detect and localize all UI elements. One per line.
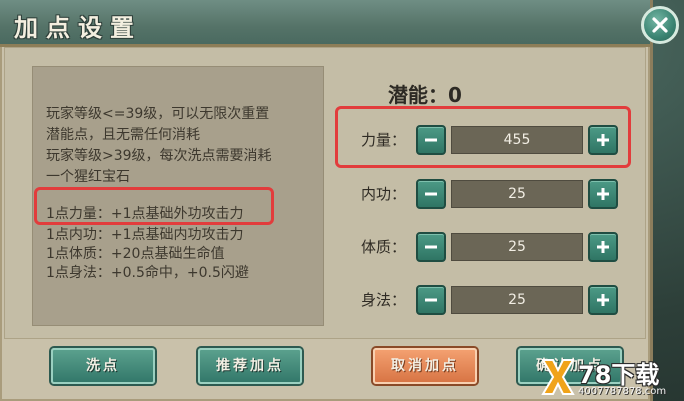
constitution-plus-button[interactable] bbox=[588, 232, 618, 262]
potential-value: 0 bbox=[448, 83, 462, 107]
watermark-text: 78下载 bbox=[578, 361, 660, 389]
plus-icon bbox=[597, 134, 609, 146]
stat-label-constitution: 体质： bbox=[360, 238, 406, 256]
stat-label-inner-power: 内功： bbox=[360, 185, 406, 203]
close-x-icon bbox=[652, 17, 668, 33]
strength-minus-button[interactable] bbox=[416, 125, 446, 155]
stat-label-strength: 力量： bbox=[360, 131, 406, 149]
potential-label: 潜能： bbox=[388, 83, 448, 107]
constitution-value-field[interactable]: 25 bbox=[451, 233, 583, 261]
close-button[interactable] bbox=[641, 6, 679, 44]
constitution-minus-button[interactable] bbox=[416, 232, 446, 262]
minus-icon bbox=[425, 298, 437, 302]
inner-power-value-field[interactable]: 25 bbox=[451, 180, 583, 208]
dialog-title: 加点设置 bbox=[14, 13, 142, 42]
dialog-title-bar: 加点设置 bbox=[0, 0, 650, 47]
highlight-box-strength-info bbox=[34, 187, 274, 225]
agility-minus-button[interactable] bbox=[416, 285, 446, 315]
reset-points-button[interactable]: 洗点 bbox=[51, 348, 155, 384]
inner-power-minus-button[interactable] bbox=[416, 179, 446, 209]
watermark-url: 4007787878.com bbox=[578, 386, 667, 397]
game-screen: 加点设置 玩家等级<=39级，可以无限次重置 潜能点，且无需任何消耗 玩家等级>… bbox=[0, 0, 684, 401]
agility-value-field[interactable]: 25 bbox=[451, 286, 583, 314]
plus-icon bbox=[597, 188, 609, 200]
inner-power-plus-button[interactable] bbox=[588, 179, 618, 209]
recommend-points-button[interactable]: 推荐加点 bbox=[198, 348, 302, 384]
minus-icon bbox=[425, 192, 437, 196]
info-line-2: 潜能点，且无需任何消耗 bbox=[46, 127, 200, 143]
plus-icon bbox=[597, 294, 609, 306]
plus-icon bbox=[597, 241, 609, 253]
info-line-4: 一个猩红宝石 bbox=[46, 169, 130, 185]
attribute-points-dialog: 加点设置 玩家等级<=39级，可以无限次重置 潜能点，且无需任何消耗 玩家等级>… bbox=[0, 0, 653, 401]
potential-points: 潜能：0 bbox=[388, 79, 462, 108]
strength-plus-button[interactable] bbox=[588, 125, 618, 155]
minus-icon bbox=[425, 138, 437, 142]
info-line-3: 玩家等级>39级，每次洗点需要消耗 bbox=[46, 148, 272, 164]
cancel-points-button[interactable]: 取消加点 bbox=[373, 348, 477, 384]
strength-value-field[interactable]: 455 bbox=[451, 126, 583, 154]
info-line-constitution-effect: 1点体质：+20点基础生命值 bbox=[46, 246, 225, 262]
agility-plus-button[interactable] bbox=[588, 285, 618, 315]
site-watermark: 78下载 4007787878.com bbox=[540, 355, 684, 401]
minus-icon bbox=[425, 245, 437, 249]
info-line-agility-effect: 1点身法：+0.5命中，+0.5闪避 bbox=[46, 265, 249, 281]
stat-label-agility: 身法： bbox=[360, 291, 406, 309]
info-line-1: 玩家等级<=39级，可以无限次重置 bbox=[46, 106, 270, 122]
x-logo-icon bbox=[541, 359, 575, 395]
info-line-inner-effect: 1点内功：+1点基础内功攻击力 bbox=[46, 227, 244, 243]
